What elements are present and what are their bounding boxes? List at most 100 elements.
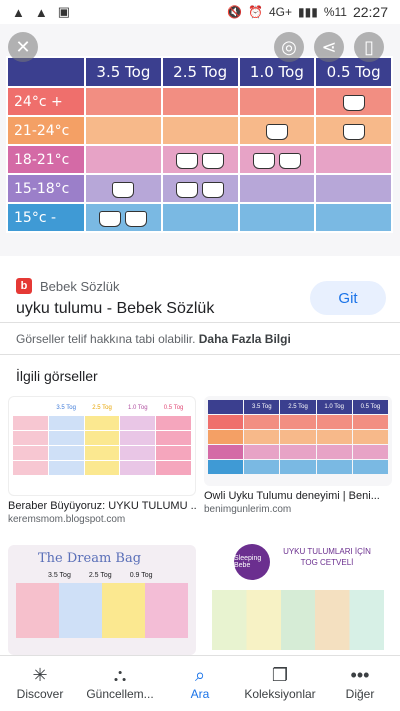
nav-label: Ara [190,687,210,701]
tog-cell [160,202,240,233]
tog-cell [314,173,393,204]
clock: 22:27 [352,4,388,20]
hero-image[interactable]: 3.5 Tog 2.5 Tog 1.0 Tog 0.5 Tog 24°c +21… [0,24,400,256]
tog-row: 18-21°c [6,144,393,175]
brand-logo: Sleeping Bebe [234,544,270,580]
learn-more-link[interactable]: Daha Fazla Bilgi [199,332,291,346]
tog-cell [314,202,393,233]
tog-cell [237,115,317,146]
related-card[interactable]: The Dream Bag 3.5 Tog 2.5 Tog 0.9 Tog [8,545,196,655]
result-title[interactable]: uyku tulumu - Bebek Sözlük [16,300,214,318]
updates-icon: ⛬ [113,665,127,685]
image-icon: ▣ [57,4,71,19]
close-icon: ✕ [15,36,31,57]
related-card-source: keremsmom.blogspot.com [8,514,126,525]
status-left: ▲ ▲ ▣ [12,4,70,20]
nav-label: Güncellem... [86,687,154,701]
tog-cell [314,115,393,146]
search-icon: ⌕ [194,665,206,685]
related-card[interactable]: 3.5 Tog 2.5 Tog 1.0 Tog 0.5 Tog Beraber … [8,396,196,525]
tog-cell [160,115,240,146]
network-label: 4G+ [268,5,292,19]
divider [0,354,400,355]
source-row[interactable]: b Bebek Sözlük [16,278,120,294]
related-card[interactable]: 3.5 Tog 2.5 Tog 1.0 Tog 0.5 Tog Owli Uyk… [204,396,392,515]
close-button[interactable]: ✕ [8,32,38,62]
mute-icon: 🔇 [227,5,243,19]
lens-icon: ◎ [281,36,297,57]
dream-bag-logo: The Dream Bag [38,551,142,566]
warning-icon: ▲ [34,4,48,20]
tog-cell [314,86,393,117]
temperature-label: 24°c + [6,86,86,117]
tog-header: 2.5 Tog [160,56,240,88]
related-card-title: Beraber Büyüyoruz: UYKU TULUMU ... [8,500,196,512]
baby-clothing-icon [112,181,135,198]
tog-cell [84,144,163,175]
tog-cell [84,202,163,233]
tog-cell [84,115,163,146]
related-heading: İlgili görseller [16,368,98,384]
tog-cell [237,144,317,175]
tog-header: 3.5 Tog [84,56,163,88]
tog-row: 24°c + [6,86,393,117]
site-favicon: b [16,278,32,294]
bottom-navigation: ✳ Discover ⛬ Güncellem... ⌕ Ara ❐ Koleks… [0,655,400,711]
signal-icon: ▮▮▮ [298,5,318,19]
divider [0,322,400,323]
baby-clothing-icon [176,152,199,169]
baby-clothing-icon [99,210,122,227]
tog-cell [160,173,240,204]
nav-label: Diğer [345,687,375,701]
baby-clothing-icon [176,181,199,198]
tog-cell [237,86,317,117]
share-icon: ⋖ [321,36,337,57]
related-thumbnail: 3.5 Tog 2.5 Tog 1.0 Tog 0.5 Tog [204,396,392,486]
baby-clothing-icon [342,123,365,140]
related-card-source: benimgunlerim.com [204,504,292,515]
mini-headers: 3.5 Tog 2.5 Tog 0.9 Tog [48,572,153,579]
tog-cell [84,173,163,204]
nav-label: Discover [16,687,64,701]
baby-clothing-icon [202,152,225,169]
related-card-title: Owli Uyku Tulumu deneyimi | Beni... [204,490,380,502]
baby-clothing-icon [265,123,288,140]
nav-discover[interactable]: ✳ Discover [1,666,79,701]
temperature-label: 21-24°c [6,115,86,146]
mini-chart-body [16,583,188,638]
mini-tog-chart: 3.5 Tog 2.5 Tog 1.0 Tog 0.5 Tog [204,396,392,478]
copyright-text: Görseller telif hakkına tabi olabilir. [16,332,196,346]
site-name: Bebek Sözlük [40,278,120,294]
visit-button[interactable]: Git [310,281,386,315]
warning-icon: ▲ [12,4,25,20]
nav-more[interactable]: ••• Diğer [321,666,399,701]
related-thumbnail: Sleeping Bebe UYKU TULUMLARI İÇİN TOG CE… [204,538,392,655]
temperature-label: 18-21°c [6,144,86,175]
tog-cell [160,144,240,175]
tog-cell [237,202,317,233]
status-bar: ▲ ▲ ▣ 🔇 ⏰ 4G+ ▮▮▮ %11 22:27 [0,0,400,24]
bookmark-button[interactable]: ▯ [354,32,384,62]
tog-chart: 3.5 Tog 2.5 Tog 1.0 Tog 0.5 Tog 24°c +21… [6,56,393,233]
more-icon: ••• [350,665,370,685]
share-button[interactable]: ⋖ [314,32,344,62]
nav-collections[interactable]: ❐ Koleksiyonlar [241,666,319,701]
collections-icon: ❐ [271,665,289,685]
tog-cell [237,173,317,204]
tog-cell [160,86,240,117]
tog-row: 15°c - [6,202,393,233]
baby-clothing-icon [252,152,275,169]
lens-button[interactable]: ◎ [274,32,304,62]
alarm-icon: ⏰ [248,5,263,19]
bookmark-icon: ▯ [364,36,374,57]
tog-row: 21-24°c [6,115,393,146]
nav-search[interactable]: ⌕ Ara [161,666,239,701]
asterisk-icon: ✳ [32,665,48,685]
related-card[interactable]: Sleeping Bebe UYKU TULUMLARI İÇİN TOG CE… [204,538,392,655]
tog-row: 15-18°c [6,173,393,204]
baby-clothing-icon [278,152,301,169]
battery-label: %11 [323,5,347,19]
temperature-label: 15°c - [6,202,86,233]
status-right: 🔇 ⏰ 4G+ ▮▮▮ %11 22:27 [227,4,388,20]
nav-updates[interactable]: ⛬ Güncellem... [81,666,159,701]
